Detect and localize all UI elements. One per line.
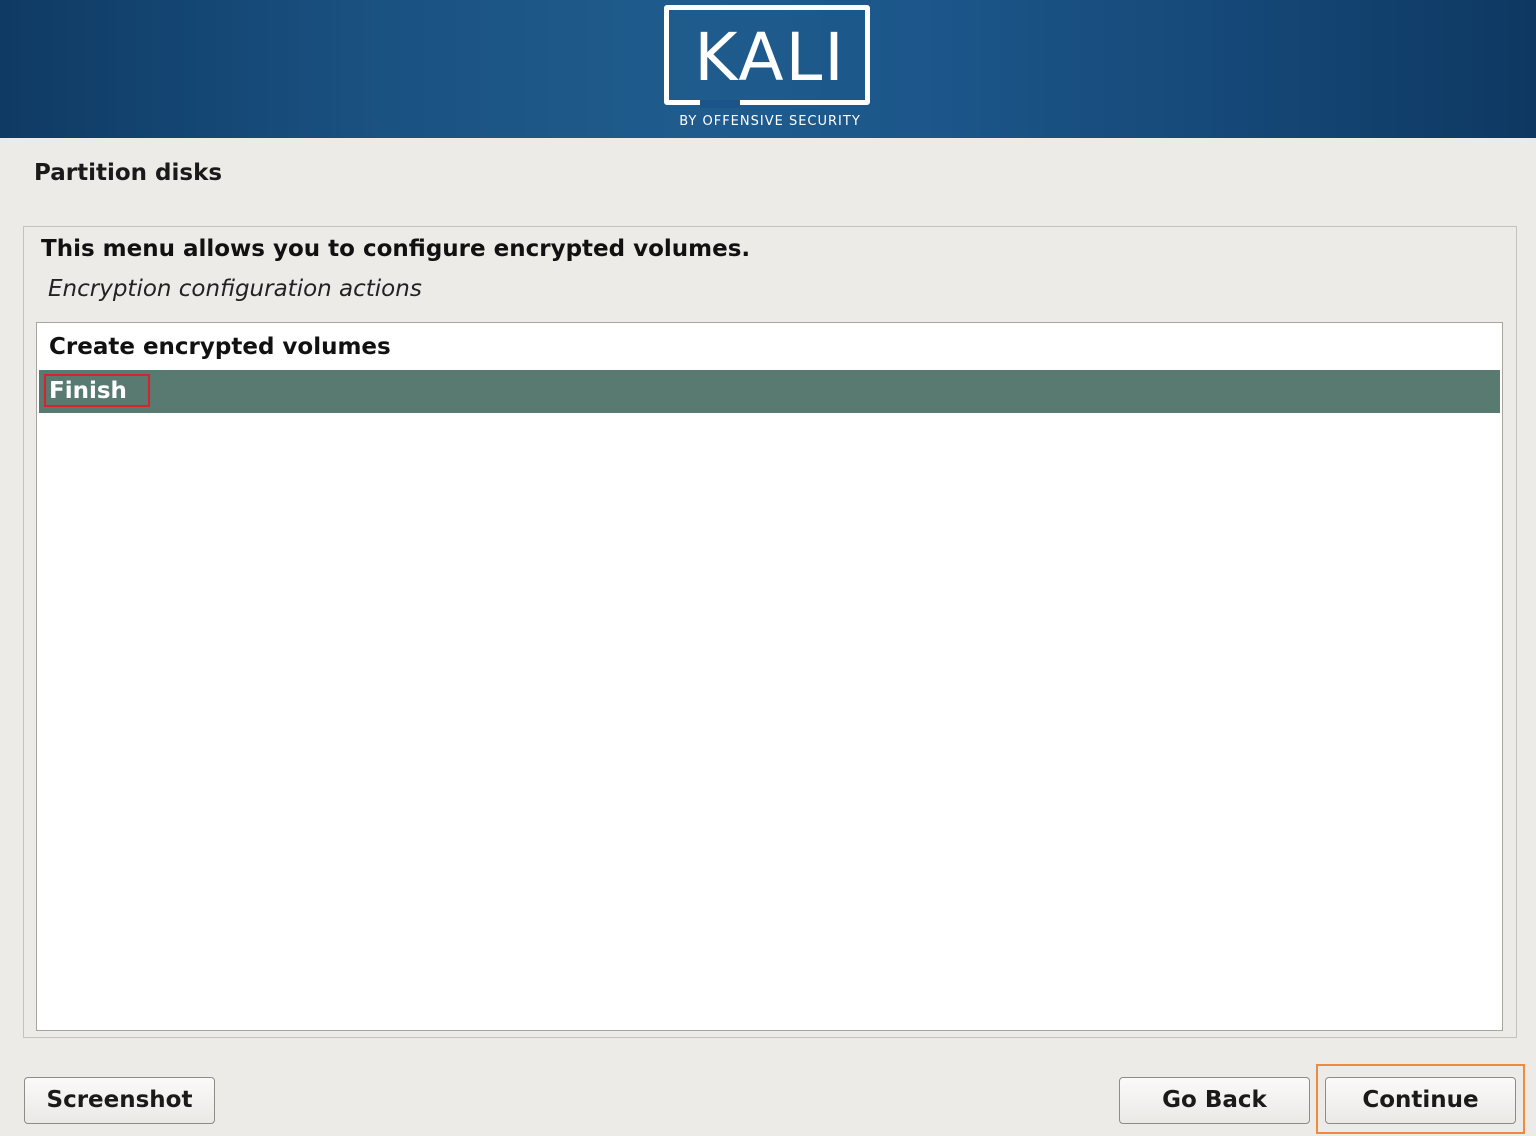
screenshot-button[interactable]: Screenshot: [24, 1077, 215, 1124]
list-item-finish[interactable]: Finish: [39, 370, 1500, 413]
selection-highlight-box: [44, 374, 150, 407]
list-item-create-encrypted-volumes[interactable]: Create encrypted volumes: [39, 326, 1500, 369]
menu-description: This menu allows you to configure encryp…: [41, 236, 751, 262]
kali-logo-subtitle: BY OFFENSIVE SECURITY: [679, 114, 861, 129]
kali-logo: KALI: [694, 19, 846, 96]
menu-subtitle: Encryption configuration actions: [48, 276, 422, 302]
go-back-button[interactable]: Go Back: [1119, 1077, 1310, 1124]
page-title: Partition disks: [34, 160, 223, 186]
action-list[interactable]: Create encrypted volumes Finish: [36, 322, 1503, 1031]
continue-button[interactable]: Continue: [1325, 1077, 1516, 1124]
logo-frame-gap: [700, 100, 740, 108]
header-banner: KALI BY OFFENSIVE SECURITY: [0, 0, 1536, 138]
